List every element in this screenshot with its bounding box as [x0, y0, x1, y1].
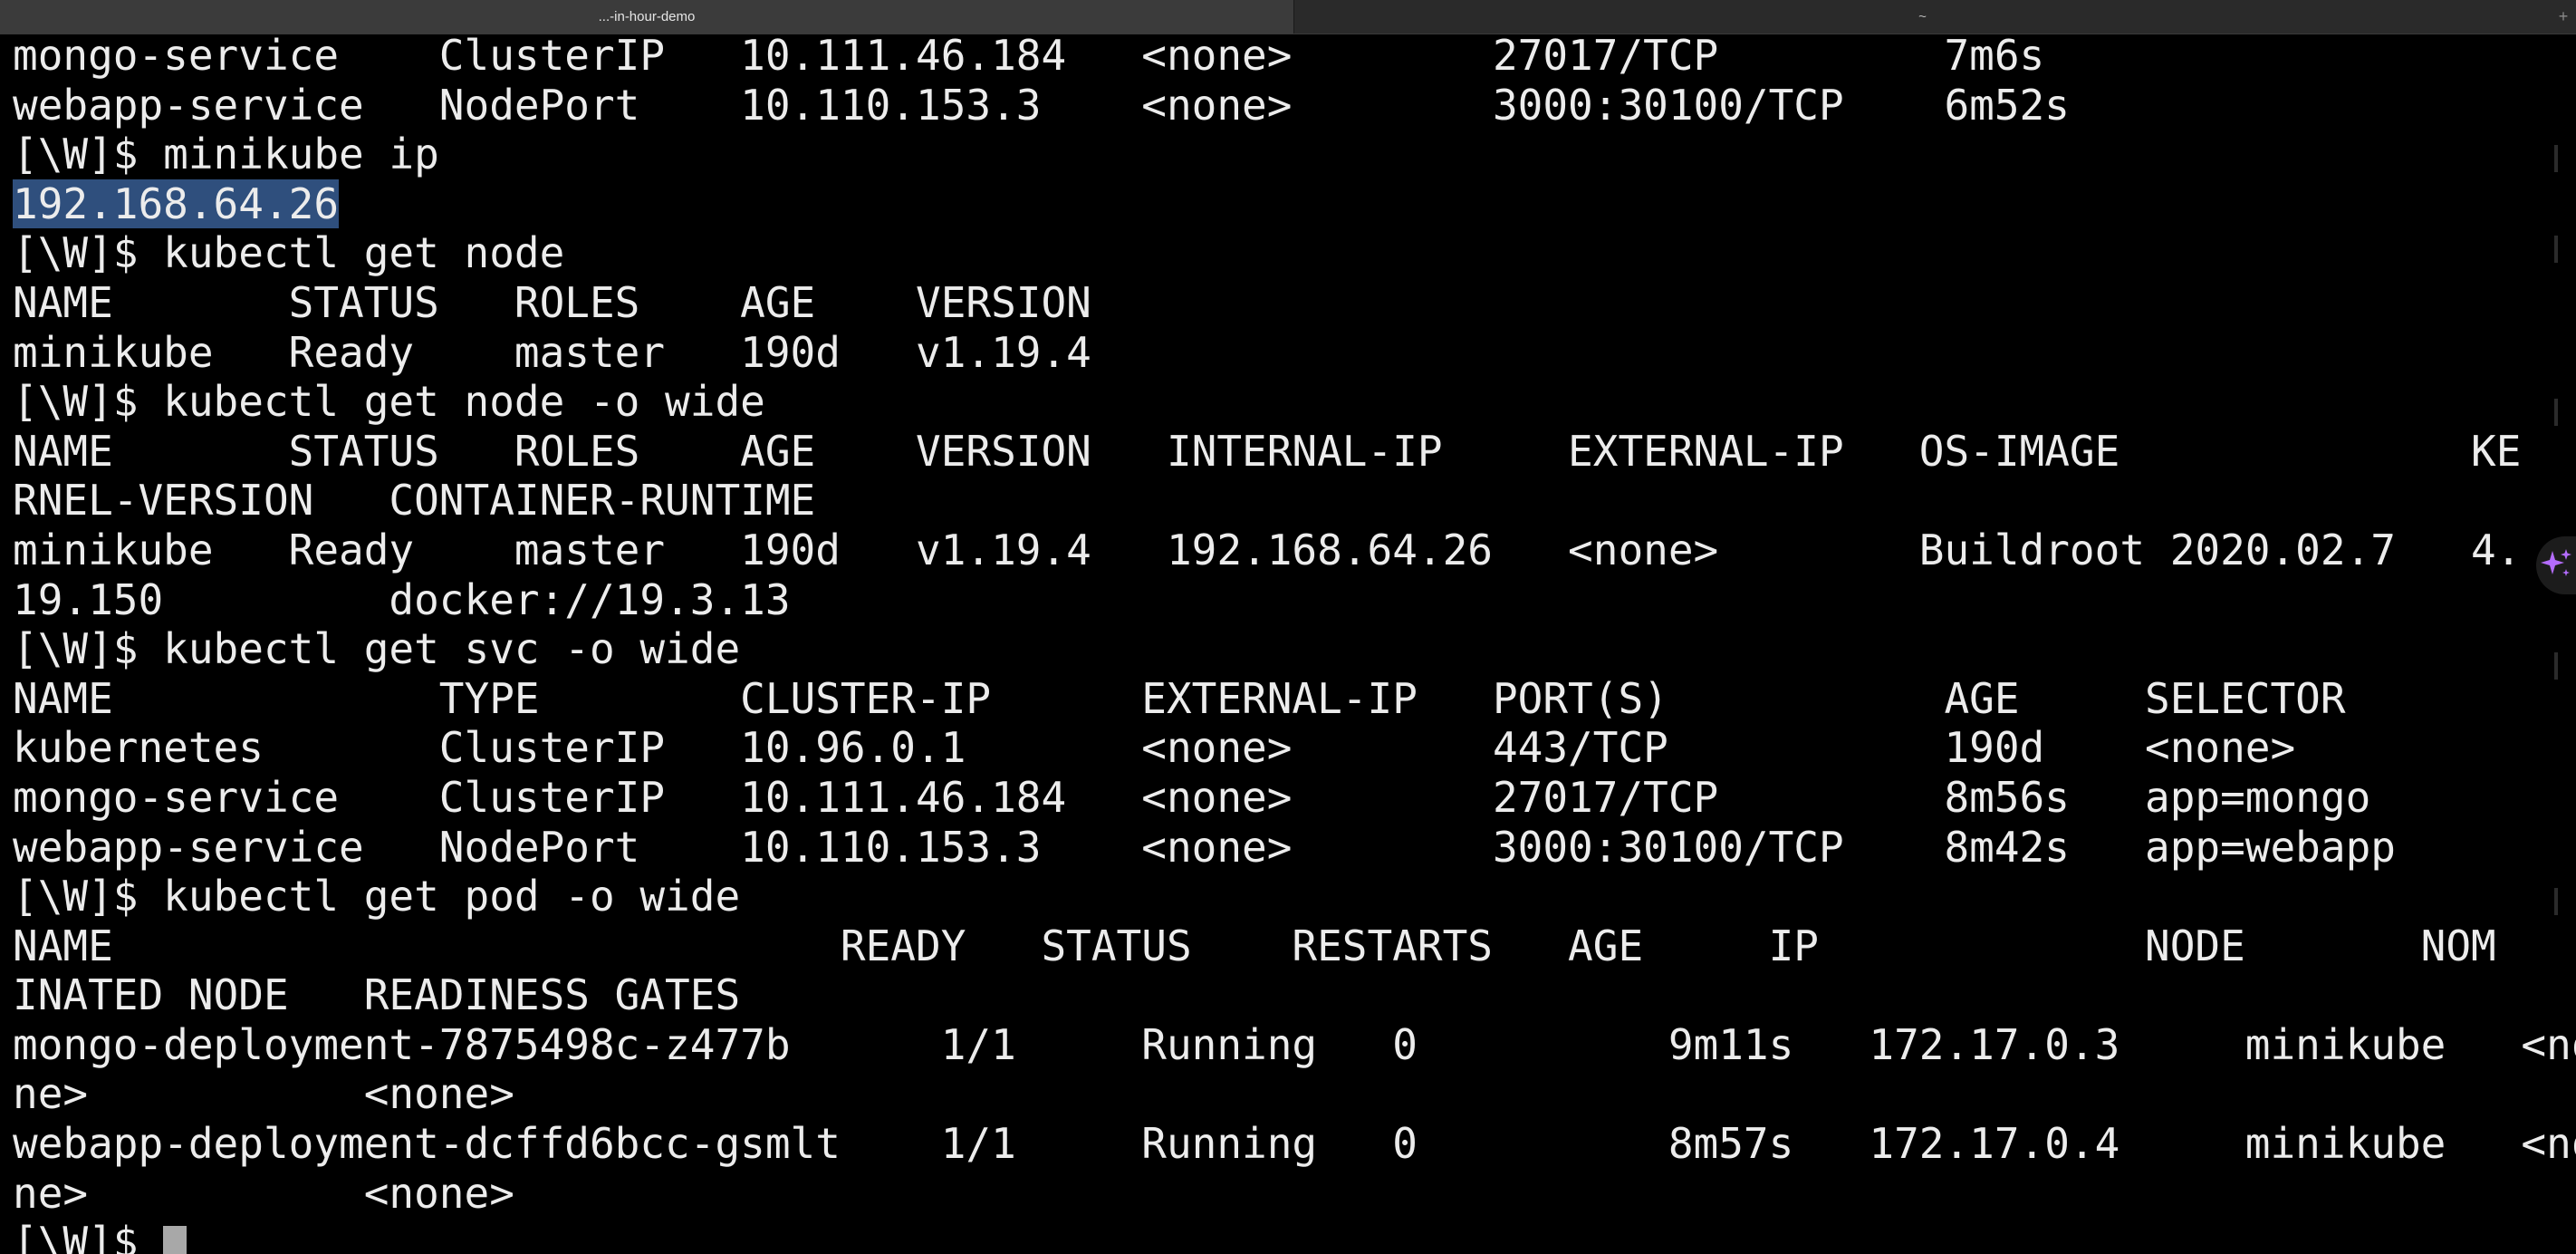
terminal-line: NAME STATUS ROLES AGE VERSION INTERNAL-I… [13, 426, 2522, 476]
terminal-line: webapp-service NodePort 10.110.153.3 <no… [13, 80, 2070, 130]
shell-prompt: [\W]$ [13, 1218, 164, 1254]
tab-home[interactable]: ~ [1293, 0, 2551, 34]
terminal-line: [\W]$ kubectl get svc -o wide [13, 624, 741, 674]
scrollbar[interactable] [2554, 36, 2567, 1254]
tab-bar: ...-in-hour-demo ~ + [0, 0, 2576, 34]
scroll-marker [2554, 652, 2558, 680]
tab-demo[interactable]: ...-in-hour-demo [0, 0, 1293, 34]
terminal-line: [\W]$ minikube ip [13, 130, 439, 179]
plus-icon: + [2558, 7, 2569, 25]
scroll-marker [2554, 888, 2558, 915]
terminal-line: [\W]$ kubectl get pod -o wide [13, 872, 741, 921]
terminal-line: ne> <none> [13, 1069, 514, 1119]
new-tab-button[interactable]: + [2551, 0, 2576, 34]
scroll-marker [2554, 236, 2558, 263]
terminal-line: mongo-deployment-7875498c-z477b 1/1 Runn… [13, 1019, 2576, 1069]
sparkle-icon [2538, 545, 2574, 585]
terminal-line-selected: 192.168.64.26 [13, 178, 2540, 229]
scroll-marker [2554, 399, 2558, 426]
selected-ip-text[interactable]: 192.168.64.26 [13, 178, 340, 228]
prompt-line[interactable]: [\W]$ [13, 1218, 2540, 1254]
terminal-line: 19.150 docker://19.3.13 [13, 574, 791, 624]
terminal-line: minikube Ready master 190d v1.19.4 192.1… [13, 525, 2522, 574]
tab-demo-label: ...-in-hour-demo [598, 9, 696, 24]
ai-assistant-button[interactable] [2536, 536, 2576, 594]
terminal-line: mongo-service ClusterIP 10.111.46.184 <n… [13, 772, 2371, 822]
terminal-line: [\W]$ kubectl get node [13, 228, 565, 278]
terminal-line: webapp-deployment-dcffd6bcc-gsmlt 1/1 Ru… [13, 1119, 2576, 1169]
terminal-line: RNEL-VERSION CONTAINER-RUNTIME [13, 476, 816, 526]
terminal-line: webapp-service NodePort 10.110.153.3 <no… [13, 822, 2396, 872]
terminal-line: NAME READY STATUS RESTARTS AGE IP NODE N… [13, 921, 2496, 970]
terminal-line: mongo-service ClusterIP 10.111.46.184 <n… [13, 31, 2045, 80]
terminal-line: INATED NODE READINESS GATES [13, 970, 741, 1020]
scroll-marker [2554, 145, 2558, 172]
terminal-line: NAME TYPE CLUSTER-IP EXTERNAL-IP PORT(S)… [13, 673, 2346, 723]
terminal-line: [\W]$ kubectl get node -o wide [13, 377, 765, 427]
terminal-line: NAME STATUS ROLES AGE VERSION [13, 277, 1091, 327]
terminal-line: ne> <none> [13, 1168, 514, 1218]
tab-home-label: ~ [1918, 9, 1927, 24]
terminal-line: kubernetes ClusterIP 10.96.0.1 <none> 44… [13, 723, 2296, 773]
text-cursor [163, 1226, 187, 1254]
terminal-output[interactable]: mongo-service ClusterIP 10.111.46.184 <n… [13, 31, 2576, 1254]
terminal-line: minikube Ready master 190d v1.19.4 [13, 327, 1091, 377]
